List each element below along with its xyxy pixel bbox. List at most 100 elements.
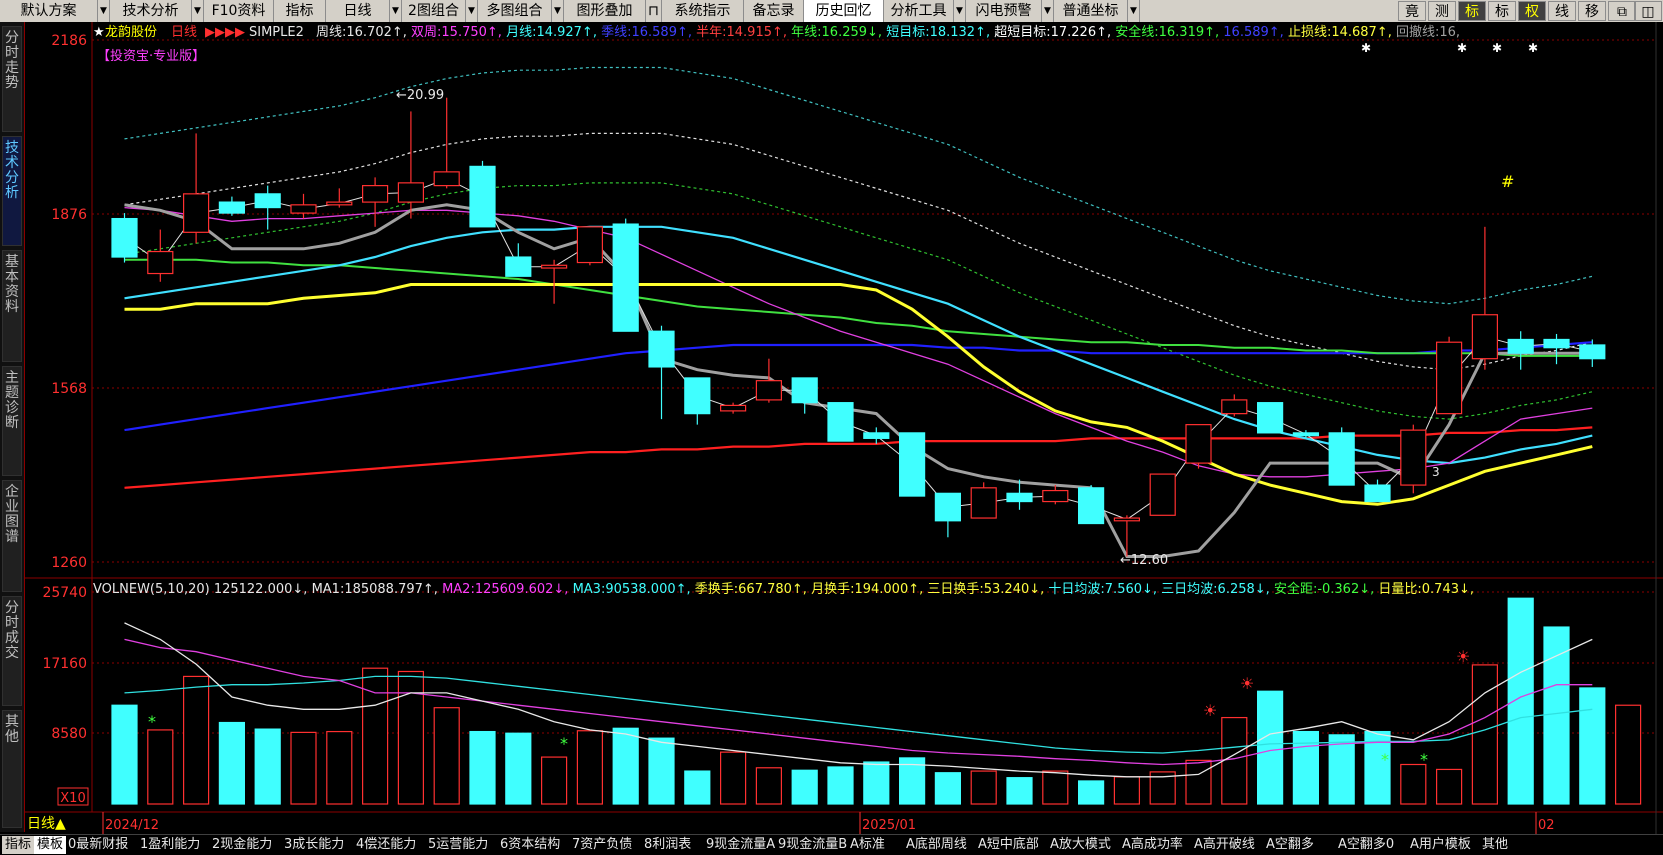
volume-bar — [1507, 597, 1534, 805]
bottom-tab-16[interactable]: A高开破线 — [1194, 836, 1255, 854]
toolbar-history[interactable]: 历史回忆 — [804, 0, 884, 22]
toolbar-sys-indicator[interactable]: 系统指示 — [662, 0, 744, 22]
bottom-tab-11[interactable]: A标准 — [850, 836, 885, 854]
bottom-tab-7[interactable]: 7资产负债 — [572, 836, 632, 854]
toolbar-compete-button[interactable]: 竟 — [1398, 1, 1426, 21]
candle[interactable] — [111, 213, 138, 263]
tech-dropdown-icon[interactable]: ▼ — [192, 0, 204, 22]
toolbar-move-button[interactable]: 移 — [1578, 1, 1606, 21]
lock-icon[interactable]: ⊓ — [646, 0, 662, 22]
bottom-tab-bar: 指标 模板 0最新财报 1盈利能力 2现金能力 3成长能力 4偿还能力 5运营能力 6资本结构 7… — [0, 834, 1663, 855]
period-selector[interactable]: 日线▲ — [27, 816, 66, 832]
toolbar-mark-button[interactable]: 标 — [1458, 1, 1486, 21]
volume-bar — [290, 731, 317, 805]
candle-body — [1292, 432, 1320, 437]
bottom-tab-19[interactable]: A用户模板 — [1410, 836, 1471, 854]
candle[interactable] — [1185, 424, 1212, 469]
bottom-tab-6[interactable]: 6资本结构 — [500, 836, 560, 854]
toolbar-flash-alert[interactable]: 闪电预警 — [966, 0, 1042, 22]
candle[interactable] — [1077, 485, 1105, 525]
nav-technical[interactable]: 技术分析 — [2, 136, 22, 246]
restore-icon[interactable]: ⧉ — [1608, 1, 1636, 21]
coord-dropdown-icon[interactable]: ▼ — [1128, 0, 1140, 22]
bottom-tab-14[interactable]: A放大模式 — [1050, 836, 1111, 854]
toolbar-overlay[interactable]: 图形叠加 — [564, 0, 646, 22]
multichart-dropdown-icon[interactable]: ▼ — [552, 0, 564, 22]
volume-bar — [970, 770, 997, 805]
bottom-tab-4[interactable]: 4偿还能力 — [356, 836, 416, 854]
split-icon[interactable]: ◫ — [1634, 1, 1662, 21]
upper-legend: ★ 龙韵股份 日线 ▶▶▶▶ SIMPLE2 周线:16.702↑, 双周:15… — [93, 24, 1460, 40]
toolbar-period[interactable]: 日线 — [326, 0, 390, 22]
bottom-tab-8[interactable]: 8利润表 — [644, 836, 691, 854]
volume-bar — [326, 730, 353, 805]
toolbar-multichart[interactable]: 多图组合 — [478, 0, 552, 22]
bottom-tab-5[interactable]: 5运营能力 — [428, 836, 488, 854]
candle[interactable] — [827, 402, 854, 442]
legend-item: 三日换手:53.240↓, — [927, 582, 1048, 597]
candle-body — [648, 330, 675, 368]
candle[interactable] — [1435, 336, 1463, 415]
period-dropdown-icon[interactable]: ▼ — [390, 0, 402, 22]
candle[interactable] — [469, 160, 496, 228]
scheme-dropdown-icon[interactable]: ▼ — [98, 0, 110, 22]
candle[interactable] — [612, 218, 639, 332]
bottom-tab-3[interactable]: 3成长能力 — [284, 836, 344, 854]
legend-item: 16.589↑, — [1223, 25, 1288, 40]
nav-intraday-trades[interactable]: 分时成交 — [2, 596, 22, 706]
nav-company-graph[interactable]: 企业图谱 — [2, 480, 22, 592]
bottom-tab-18[interactable]: A空翻多0 — [1338, 836, 1394, 854]
candle[interactable] — [970, 482, 997, 519]
bottom-tab-13[interactable]: A短中底部 — [978, 836, 1039, 854]
bottom-tab-10[interactable]: 9现金流量B — [778, 836, 847, 854]
candle[interactable] — [1400, 424, 1427, 494]
legend-item: MA3:90538.000↑, — [573, 582, 695, 597]
volume-bar — [397, 670, 424, 805]
bottom-tab-12[interactable]: A底部周线 — [906, 836, 967, 854]
nav-theme-diagnosis[interactable]: 主题诊断 — [2, 366, 22, 476]
nav-fundamentals[interactable]: 基本资料 — [2, 250, 22, 362]
tools-dropdown-icon[interactable]: ▼ — [954, 0, 966, 22]
toolbar-measure-button[interactable]: 测 — [1428, 1, 1456, 21]
bottom-tab-1[interactable]: 1盈利能力 — [140, 836, 200, 854]
bottom-tab-20[interactable]: 其他 — [1482, 836, 1508, 854]
nav-intraday[interactable]: 分时走势 — [2, 26, 22, 132]
toolbar-indicator[interactable]: 指标 — [274, 0, 326, 22]
toolbar-f10[interactable]: F10资料 — [204, 0, 274, 22]
candle-body — [684, 377, 711, 415]
chart-area[interactable]: 2186 1876 1568 1260 25740 17160 8580 X10… — [25, 22, 1663, 834]
tab-template[interactable]: 模板 — [34, 836, 67, 854]
stock-flags: ▶▶▶▶ — [205, 25, 245, 40]
toolbar-scheme[interactable]: 默认方案 — [0, 0, 98, 22]
nav-other[interactable]: 其他 — [2, 710, 22, 828]
volume-bar — [1543, 626, 1570, 805]
legend-item: 三日均波:6.258↓, — [1161, 582, 1274, 597]
candle-body — [934, 492, 962, 522]
candle[interactable] — [1328, 427, 1355, 486]
toolbar-analysis-tools[interactable]: 分析工具 — [884, 0, 954, 22]
toolbar-2chart[interactable]: 2图组合 — [402, 0, 466, 22]
bottom-tab-2[interactable]: 2现金能力 — [212, 836, 272, 854]
bottom-tab-15[interactable]: A高成功率 — [1122, 836, 1183, 854]
alert-dropdown-icon[interactable]: ▼ — [1042, 0, 1054, 22]
candle[interactable] — [898, 432, 926, 497]
price-tick-2186: 2186 — [51, 33, 87, 49]
bottom-tab-9[interactable]: 9现金流量A — [706, 836, 775, 854]
candle-body — [254, 193, 281, 209]
candle[interactable] — [1149, 473, 1176, 516]
toolbar-right-button[interactable]: 权 — [1518, 1, 1546, 21]
legend-item: 季换手:667.780↑, — [695, 582, 811, 597]
bottom-tab-0[interactable]: 0最新财报 — [68, 836, 128, 854]
bottom-tab-17[interactable]: A空翻多 — [1266, 836, 1314, 854]
tab-indicator[interactable]: 指标 — [2, 836, 35, 854]
candle[interactable] — [1256, 402, 1284, 434]
candle[interactable] — [576, 226, 604, 266]
toolbar-memo[interactable]: 备忘录 — [744, 0, 804, 22]
legend-item: 双周:15.750↑, — [411, 25, 506, 40]
toolbar-mark2-button[interactable]: 标 — [1488, 1, 1516, 21]
sun-signal-icon: ☀ — [1203, 701, 1217, 720]
toolbar-coord[interactable]: 普通坐标 — [1054, 0, 1128, 22]
2chart-dropdown-icon[interactable]: ▼ — [466, 0, 478, 22]
toolbar-line-button[interactable]: 线 — [1548, 1, 1576, 21]
toolbar-tech-analysis[interactable]: 技术分析 — [110, 0, 192, 22]
